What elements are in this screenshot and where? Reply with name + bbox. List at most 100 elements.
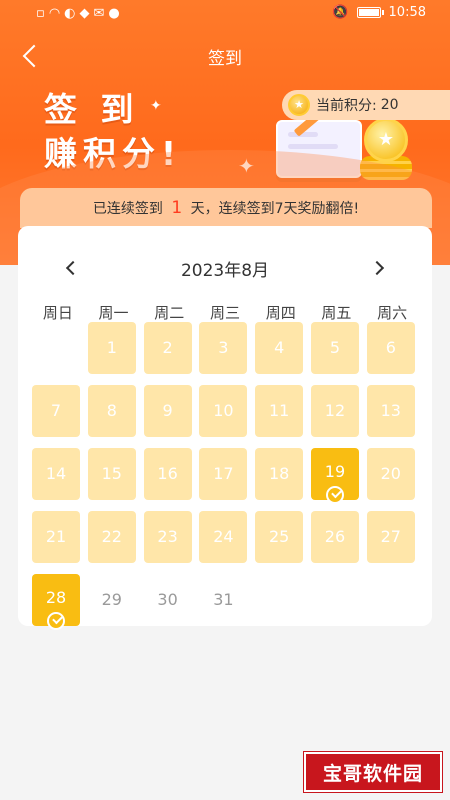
- calendar-day[interactable]: 15: [87, 448, 136, 500]
- day-number: 25: [269, 527, 290, 546]
- day-number: 5: [329, 338, 341, 357]
- calendar-day[interactable]: 18: [255, 448, 304, 500]
- day-number: 11: [269, 401, 290, 420]
- coin-icon: ★: [364, 118, 408, 162]
- calendar-day[interactable]: 31: [199, 574, 247, 626]
- weekday-header: 周日 周一 周二 周三 周四 周五 周六: [30, 302, 420, 323]
- page-title: 签到: [208, 49, 242, 69]
- calendar-day[interactable]: 5: [310, 322, 359, 374]
- slogan-line-2: 赚积分!: [44, 134, 183, 173]
- day-number: 28: [45, 588, 67, 607]
- weekday-label: 周五: [321, 304, 352, 322]
- calendar-grid: 1 2 3 4 5 6 7 8 9 10 11 12 13 14 15 16 17 18 19 20 21 22 23 24 2…: [32, 322, 422, 630]
- day-number: 14: [45, 464, 67, 483]
- day-number: 3: [218, 338, 229, 357]
- calendar-day[interactable]: 17: [199, 448, 248, 500]
- calendar-day[interactable]: 28: [32, 574, 80, 630]
- day-number: 7: [50, 401, 62, 420]
- streak-suffix: 天，连续签到7天奖励翻倍!: [190, 201, 360, 217]
- day-number: 24: [213, 527, 234, 546]
- streak-prefix: 已连续签到: [92, 201, 163, 217]
- calendar-day[interactable]: 8: [87, 385, 136, 437]
- calendar-day[interactable]: 3: [199, 322, 248, 374]
- day-number: 13: [380, 401, 401, 420]
- day-number: 22: [101, 527, 122, 546]
- calendar-day[interactable]: 20: [366, 448, 415, 500]
- day-number: 23: [157, 527, 178, 546]
- next-month-button[interactable]: [366, 256, 390, 280]
- mail-icon: ✉: [93, 6, 105, 21]
- calendar-day[interactable]: 11: [255, 385, 304, 437]
- app-icon: ●: [108, 6, 120, 21]
- battery-icon: [356, 7, 384, 18]
- calendar-day[interactable]: 24: [199, 511, 248, 563]
- calendar-day[interactable]: 19: [310, 448, 359, 504]
- status-icons-left: ▫ ◠ ◐ ◆ ✉ ●: [36, 6, 120, 21]
- streak-banner: 已连续签到 1 天，连续签到7天奖励翻倍!: [20, 188, 432, 228]
- sparkle-icon: ✦: [150, 98, 162, 114]
- day-number: 15: [101, 464, 122, 483]
- calendar-day[interactable]: 26: [310, 511, 359, 563]
- day-number: 1: [106, 338, 117, 357]
- nav-bar: 签到: [0, 38, 450, 74]
- calendar-day[interactable]: 16: [143, 448, 192, 500]
- data-icon: ◐: [64, 6, 76, 21]
- day-number: 6: [385, 338, 396, 357]
- weekday-label: 周六: [377, 304, 408, 322]
- sparkle-icon: ✦: [238, 154, 255, 178]
- day-number: 10: [213, 401, 234, 420]
- status-time: 10:58: [388, 5, 426, 20]
- weekday-label: 周三: [209, 304, 240, 322]
- coin-icon: ★: [288, 94, 310, 116]
- weekday-label: 周日: [42, 304, 73, 322]
- calendar-day[interactable]: 14: [32, 448, 80, 500]
- signal-icon: ◆: [79, 6, 90, 21]
- day-number: 4: [274, 338, 285, 357]
- weekday-label: 周四: [265, 304, 296, 322]
- calendar-day-empty: [32, 322, 80, 374]
- check-icon: [325, 486, 344, 504]
- day-number: 17: [213, 464, 234, 483]
- calendar-day[interactable]: 6: [366, 322, 415, 374]
- day-number: 21: [45, 527, 67, 546]
- calendar-day[interactable]: 22: [87, 511, 136, 563]
- calendar-day[interactable]: 30: [144, 574, 192, 626]
- day-number: 8: [106, 401, 117, 420]
- day-number: 26: [324, 527, 346, 546]
- day-number: 20: [380, 464, 401, 483]
- day-number: 9: [162, 401, 173, 420]
- day-number: 16: [157, 464, 178, 483]
- calendar-day[interactable]: 12: [310, 385, 359, 437]
- day-number: 31: [213, 590, 234, 609]
- calendar-day[interactable]: 1: [87, 322, 136, 374]
- calendar-day[interactable]: 4: [255, 322, 304, 374]
- day-number: 30: [157, 590, 178, 609]
- current-points-badge[interactable]: ★ 当前积分: 20: [282, 90, 450, 120]
- month-switcher: 2023年8月: [18, 256, 432, 281]
- calendar-illustration: [276, 120, 362, 178]
- watermark-logo: 宝哥软件园: [304, 752, 442, 792]
- calendar-day[interactable]: 21: [32, 511, 80, 563]
- points-label: 当前积分:: [316, 98, 377, 114]
- calendar-day[interactable]: 13: [366, 385, 415, 437]
- weekday-label: 周一: [98, 304, 129, 322]
- check-icon: [47, 612, 65, 630]
- day-number: 29: [101, 590, 122, 609]
- calendar-day[interactable]: 29: [88, 574, 136, 626]
- day-number: 27: [380, 527, 401, 546]
- calendar-day[interactable]: 23: [143, 511, 192, 563]
- weekday-label: 周二: [154, 304, 185, 322]
- calendar-day[interactable]: 7: [32, 385, 80, 437]
- calendar-day[interactable]: 2: [143, 322, 192, 374]
- calendar-day[interactable]: 10: [199, 385, 248, 437]
- status-icons-right: 🔕 10:58: [332, 5, 426, 20]
- calendar-day[interactable]: 25: [255, 511, 304, 563]
- calendar-day[interactable]: 9: [143, 385, 192, 437]
- sim-icon: ▫: [36, 6, 45, 21]
- day-number: 18: [269, 464, 290, 483]
- calendar-day[interactable]: 27: [366, 511, 415, 563]
- calendar-card: 2023年8月 周日 周一 周二 周三 周四 周五 周六 1 2 3 4 5 6 7 8 9 10…: [18, 226, 432, 630]
- day-number: 19: [324, 462, 346, 481]
- points-value: 20: [380, 97, 399, 113]
- mute-icon: 🔕: [332, 5, 349, 20]
